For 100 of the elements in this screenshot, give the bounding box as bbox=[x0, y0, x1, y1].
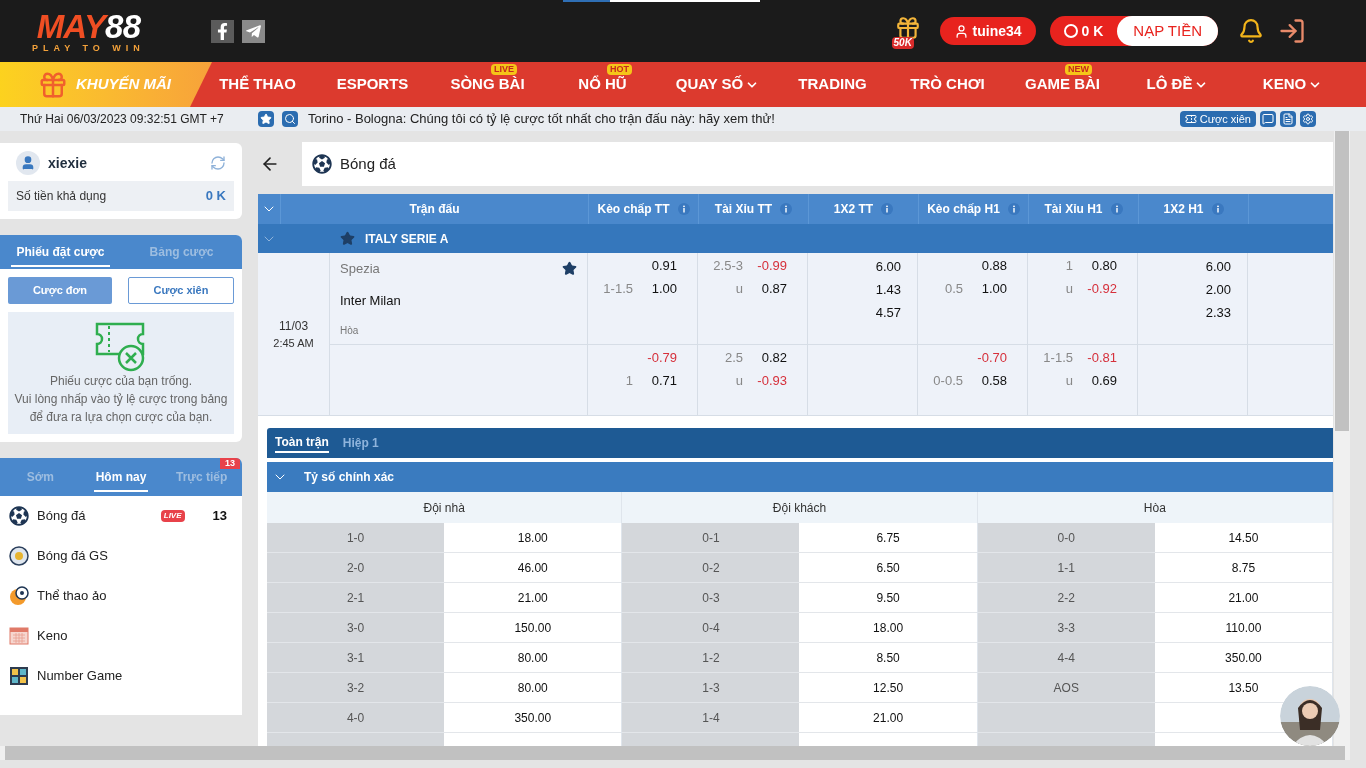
league-row[interactable]: ITALY SERIE A bbox=[258, 224, 1333, 253]
nav-item[interactable]: KENO bbox=[1235, 62, 1350, 107]
nav-item[interactable]: LIVE SÒNG BÀI bbox=[430, 62, 545, 107]
balance-value: 0 K bbox=[205, 187, 226, 206]
info-icon[interactable] bbox=[677, 203, 690, 215]
odds-value[interactable]: -0.81 bbox=[1073, 347, 1117, 368]
odds-value[interactable]: -0.79 bbox=[633, 347, 677, 368]
facebook-icon[interactable] bbox=[210, 19, 234, 43]
search-icon[interactable] bbox=[282, 111, 298, 127]
favorite-icon[interactable] bbox=[258, 111, 274, 127]
handicap-line: 2.5 bbox=[724, 348, 743, 367]
odds-value[interactable]: 6.00 bbox=[1205, 257, 1231, 274]
nav-item[interactable]: NEW GAME BÀI bbox=[1005, 62, 1120, 107]
odds-value[interactable]: 6.75 bbox=[876, 528, 900, 547]
odds-value[interactable]: 1.00 bbox=[633, 278, 677, 299]
match-date: 11/03 bbox=[278, 317, 309, 335]
info-icon[interactable] bbox=[1110, 203, 1123, 215]
nav-item[interactable]: LÔ ĐỀ bbox=[1120, 62, 1235, 107]
odds-value[interactable]: 6.50 bbox=[876, 558, 900, 577]
odds-value[interactable]: 150.00 bbox=[514, 618, 552, 637]
odds-value[interactable]: 8.75 bbox=[1231, 558, 1256, 577]
handicap-line: u bbox=[1065, 371, 1073, 390]
odds-value[interactable]: 0.69 bbox=[1073, 370, 1117, 391]
sport-item[interactable]: Keno bbox=[0, 616, 242, 656]
refresh-icon[interactable] bbox=[210, 155, 226, 171]
odds-value[interactable]: 0.80 bbox=[1073, 255, 1117, 276]
logo[interactable]: MAY88 PLAY TO WIN bbox=[32, 9, 145, 53]
score-label: 0-3 bbox=[702, 589, 720, 607]
odds-value[interactable]: -0.92 bbox=[1073, 278, 1117, 299]
section-header[interactable]: Tỷ số chính xác bbox=[267, 462, 1333, 492]
odds-value[interactable]: -0.99 bbox=[743, 255, 787, 276]
info-icon[interactable] bbox=[1211, 203, 1224, 215]
favorite-star-icon[interactable] bbox=[340, 231, 355, 246]
nav-item[interactable]: QUAY SỐ bbox=[660, 62, 775, 107]
user-button[interactable]: tuine34 bbox=[939, 17, 1036, 45]
odds-value[interactable]: 0.71 bbox=[633, 370, 677, 391]
parlay-button[interactable]: Cược xiên bbox=[1179, 111, 1256, 127]
odds-value[interactable]: 0.58 bbox=[963, 370, 1007, 391]
league-name: ITALY SERIE A bbox=[365, 230, 449, 248]
odds-value[interactable]: 4.57 bbox=[875, 303, 901, 320]
telegram-icon[interactable] bbox=[241, 19, 265, 43]
handicap-line: 1 bbox=[625, 371, 633, 390]
deposit-button[interactable]: NẠP TIỀN bbox=[1117, 16, 1218, 46]
bet-type-button[interactable]: Cược xiên bbox=[128, 277, 234, 304]
nav-item[interactable]: TRÒ CHƠI bbox=[890, 62, 1005, 107]
notes-icon[interactable] bbox=[1280, 111, 1296, 127]
odds-value[interactable]: 0.82 bbox=[743, 347, 787, 368]
odds-value[interactable]: 14.50 bbox=[1228, 528, 1259, 547]
odds-value[interactable]: 0.87 bbox=[743, 278, 787, 299]
odds-value[interactable]: -0.70 bbox=[963, 347, 1007, 368]
scrollbar[interactable] bbox=[1334, 131, 1350, 746]
info-icon[interactable] bbox=[780, 203, 793, 215]
group-header: Đội khách bbox=[622, 492, 977, 523]
logout-icon[interactable] bbox=[1278, 17, 1306, 45]
odds-value[interactable]: 350.00 bbox=[1225, 648, 1262, 667]
favorite-star-icon[interactable] bbox=[562, 261, 577, 277]
sport-item[interactable]: Thể thao ảo bbox=[0, 576, 242, 616]
sport-item[interactable]: Bóng đá GS bbox=[0, 536, 242, 576]
odds-value[interactable]: 80.00 bbox=[517, 648, 548, 667]
nav-item[interactable]: ESPORTS bbox=[315, 62, 430, 107]
odds-value[interactable]: 80.00 bbox=[517, 678, 548, 697]
nav-item[interactable]: TRADING bbox=[775, 62, 890, 107]
ticket-icon bbox=[1184, 113, 1197, 125]
odds-value[interactable]: 2.33 bbox=[1205, 303, 1231, 320]
odds-value[interactable]: 9.50 bbox=[876, 588, 900, 607]
period-tab[interactable]: Toàn trận bbox=[275, 433, 329, 453]
odds-value[interactable]: 13.50 bbox=[1228, 678, 1259, 697]
info-icon[interactable] bbox=[1007, 203, 1020, 215]
nav-item[interactable]: HOT NỔ HŨ bbox=[545, 62, 660, 107]
score-label: 3-2 bbox=[346, 679, 365, 697]
slip-tab[interactable]: Phiếu đặt cược bbox=[0, 235, 121, 269]
odds-value[interactable]: 2.00 bbox=[1205, 280, 1231, 297]
sport-item[interactable]: Number Game bbox=[0, 656, 242, 696]
odds-value[interactable]: 46.00 bbox=[517, 558, 548, 577]
odds-value[interactable]: 21.00 bbox=[517, 588, 548, 607]
odds-value[interactable]: 1.00 bbox=[963, 278, 1007, 299]
odds-value[interactable]: 18.00 bbox=[517, 528, 548, 547]
settings-icon[interactable] bbox=[1300, 111, 1316, 127]
period-tab[interactable]: Trực tiếp 13 bbox=[161, 458, 242, 496]
notification-bell-icon[interactable] bbox=[1238, 18, 1264, 44]
odds-value[interactable]: 350.00 bbox=[514, 708, 552, 727]
odds-value[interactable]: 18.00 bbox=[873, 618, 904, 637]
odds-value[interactable]: 0.88 bbox=[963, 255, 1007, 276]
odds-value[interactable]: 21.00 bbox=[1228, 588, 1259, 607]
chat-icon[interactable] bbox=[1260, 111, 1276, 127]
period-tab[interactable]: Hôm nay bbox=[80, 458, 162, 496]
scrollbar[interactable] bbox=[0, 746, 1350, 760]
odds-value[interactable]: 8.50 bbox=[876, 648, 900, 667]
odds-value[interactable]: 21.00 bbox=[873, 708, 904, 727]
sport-item[interactable]: Bóng đá LIVE 13 bbox=[0, 496, 242, 536]
nav-badge: LIVE bbox=[491, 64, 517, 75]
info-icon[interactable] bbox=[881, 203, 894, 215]
odds-value[interactable]: -0.93 bbox=[743, 370, 787, 391]
odds-value[interactable]: 1.43 bbox=[875, 280, 901, 297]
odds-value[interactable]: 6.00 bbox=[875, 257, 901, 274]
odds-value[interactable]: 12.50 bbox=[873, 678, 904, 697]
live-badge: LIVE bbox=[160, 510, 185, 522]
odds-value[interactable]: 0.91 bbox=[633, 255, 677, 276]
odds-value[interactable]: 110.00 bbox=[1225, 618, 1262, 637]
draw-label: Hòa bbox=[340, 324, 360, 338]
